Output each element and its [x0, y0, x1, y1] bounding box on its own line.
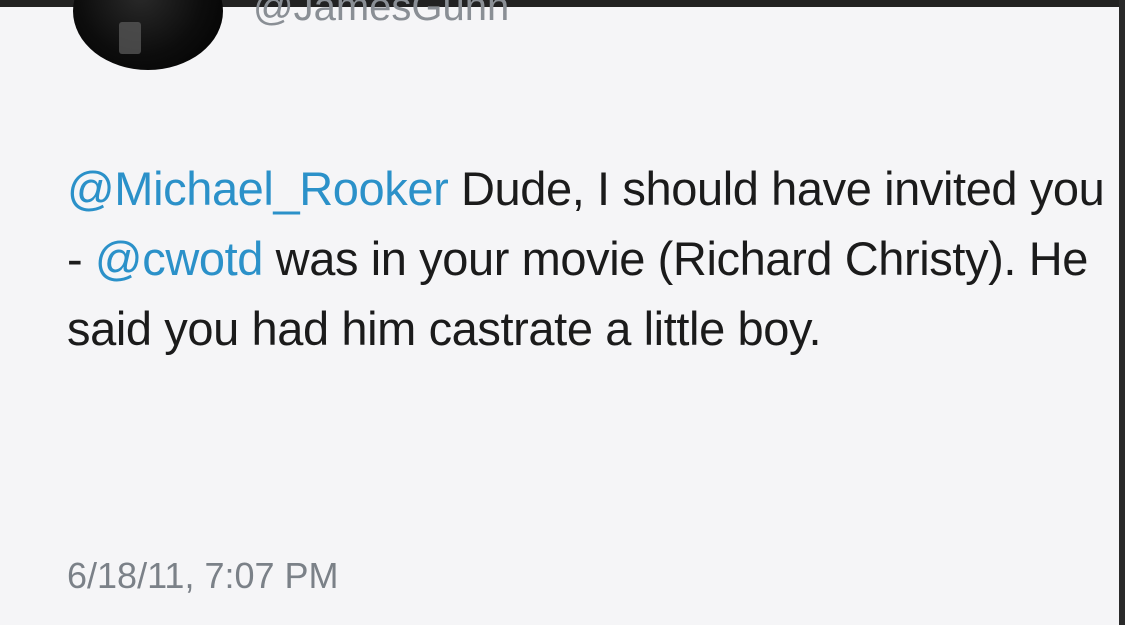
tweet-card: @JamesGunn @Michael_Rooker Dude, I shoul… — [0, 0, 1119, 625]
mention-cwotd[interactable]: @cwotd — [95, 232, 263, 285]
avatar-detail — [119, 22, 141, 54]
mention-michael-rooker[interactable]: @Michael_Rooker — [67, 162, 449, 215]
avatar[interactable] — [73, 0, 223, 70]
tweet-text: @Michael_Rooker Dude, I should have invi… — [67, 154, 1107, 364]
right-edge — [1119, 0, 1125, 625]
screenshot-frame: @JamesGunn @Michael_Rooker Dude, I shoul… — [0, 0, 1125, 625]
user-handle[interactable]: @JamesGunn — [253, 0, 509, 30]
tweet-timestamp[interactable]: 6/18/11, 7:07 PM — [67, 552, 339, 600]
